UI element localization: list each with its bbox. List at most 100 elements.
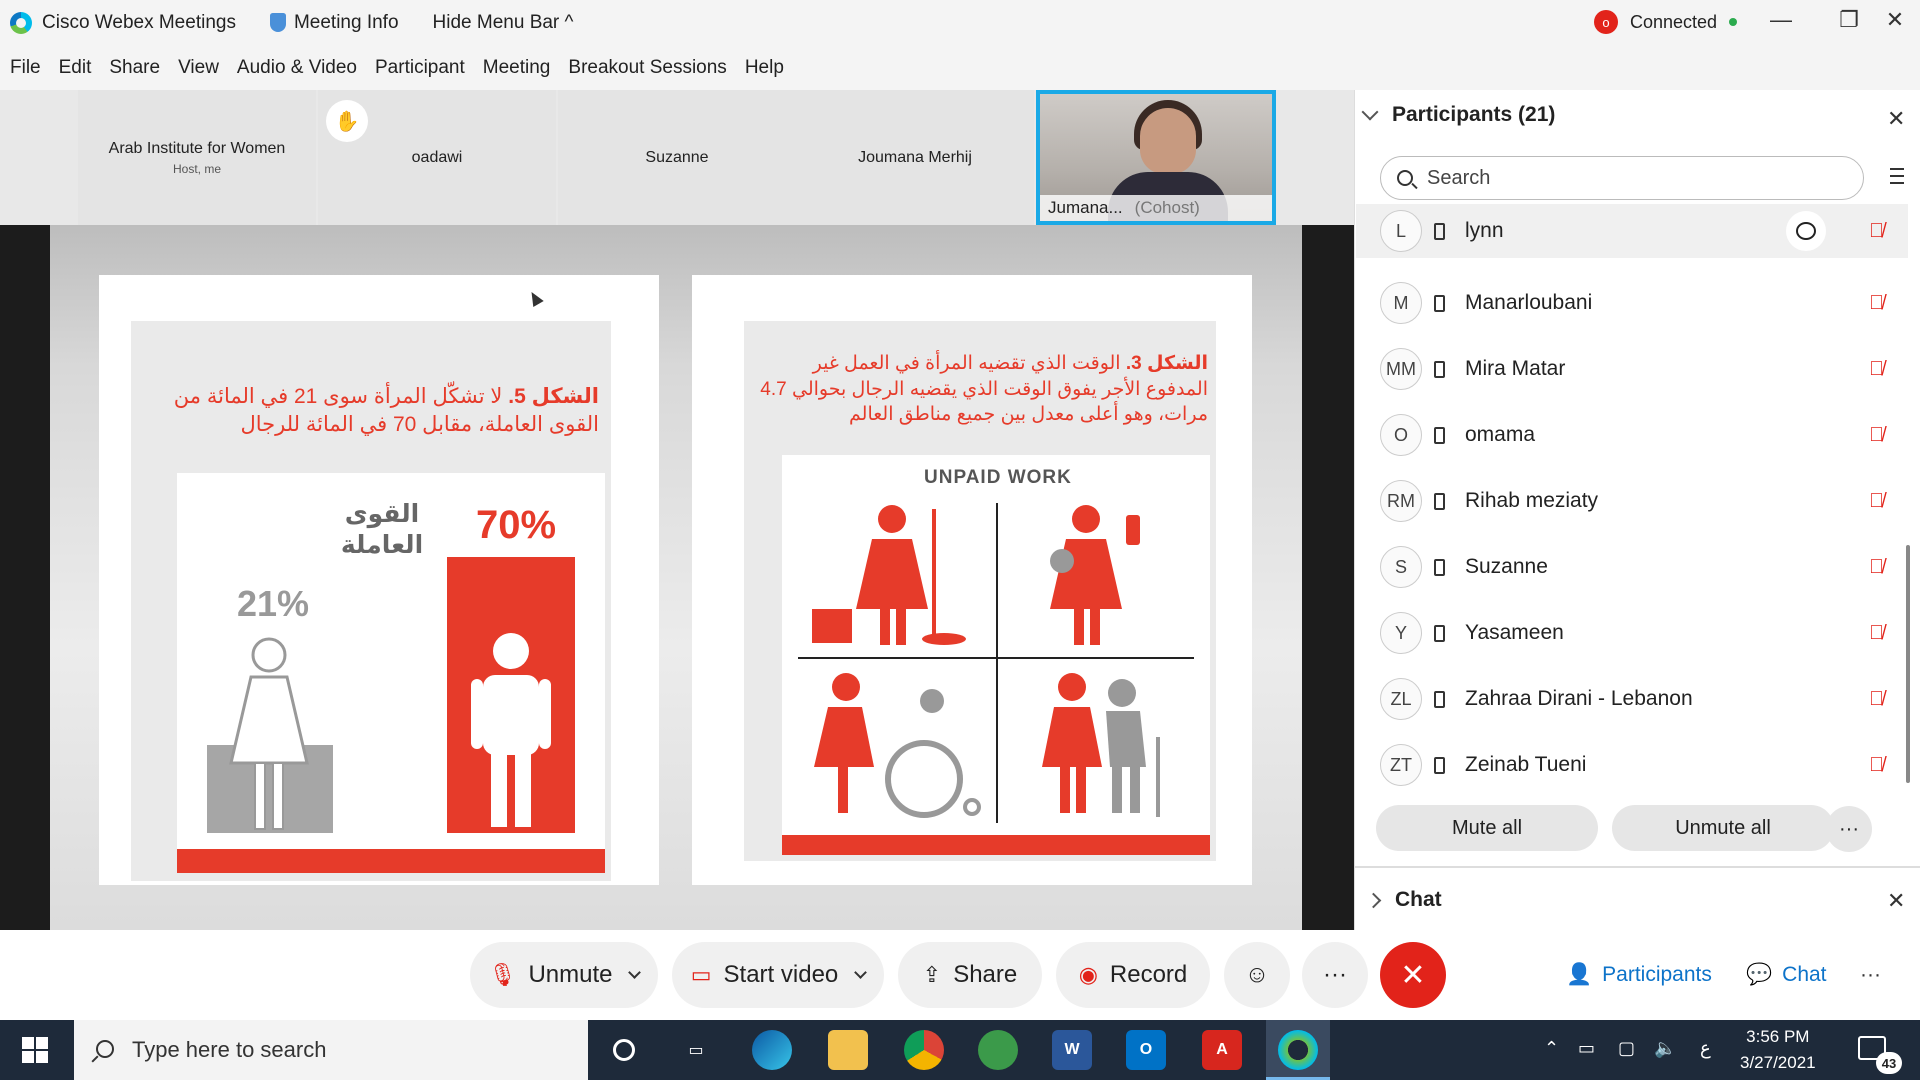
network-icon[interactable]: ▢ <box>1618 1038 1635 1059</box>
menu-file[interactable]: File <box>10 57 41 79</box>
participant-name: Zahraa Dirani - Lebanon <box>1465 687 1693 710</box>
participants-panel-header[interactable]: Participants (21) <box>1361 103 1555 127</box>
taskbar-search-box[interactable]: Type here to search <box>74 1020 588 1080</box>
share-button[interactable]: ⇪ Share <box>898 942 1042 1008</box>
phone-icon <box>1434 690 1445 708</box>
mic-muted-icon[interactable]: 🎙̸ <box>1869 292 1884 315</box>
mic-muted-icon[interactable]: 🎙̸ <box>1869 220 1884 243</box>
restore-icon[interactable]: ❐ <box>1826 0 1872 40</box>
participants-toggle-button[interactable]: 👤 Participants <box>1566 942 1712 1008</box>
taskbar-clock[interactable]: 3:56 PM 3/27/2021 <box>1740 1024 1816 1076</box>
unmute-button[interactable]: 🎙 Unmute <box>470 942 658 1008</box>
menu-view[interactable]: View <box>178 57 219 79</box>
thumbnail-host[interactable]: Arab Institute for Women Host, me <box>78 90 316 225</box>
right-more-button[interactable]: ··· <box>1860 942 1881 1008</box>
mic-muted-icon[interactable]: 🎙̸ <box>1869 556 1884 579</box>
meeting-info-button[interactable]: Meeting Info <box>269 11 399 34</box>
participant-row[interactable]: S Suzanne 🎙̸ <box>1356 534 1908 600</box>
phone-icon <box>1434 360 1445 378</box>
mic-muted-icon[interactable]: 🎙̸ <box>1869 688 1884 711</box>
participant-list-scrollbar[interactable] <box>1906 545 1910 783</box>
unmute-all-button[interactable]: Unmute all <box>1612 805 1834 851</box>
volume-icon[interactable]: 🔈 <box>1654 1038 1676 1059</box>
connection-status-label: Connected <box>1630 11 1718 32</box>
mic-muted-icon[interactable]: 🎙̸ <box>1869 358 1884 381</box>
close-chat-icon[interactable]: ✕ <box>1887 888 1905 914</box>
mute-all-button[interactable]: Mute all <box>1376 805 1598 851</box>
participant-row[interactable]: Y Yasameen 🎙̸ <box>1356 600 1908 666</box>
tray-chevron-up-icon[interactable]: ⌃ <box>1544 1038 1559 1059</box>
app-name: Cisco Webex Meetings <box>42 11 236 33</box>
end-meeting-button[interactable]: ✕ <box>1380 942 1446 1008</box>
thumbnail-suzanne[interactable]: Suzanne <box>558 90 796 225</box>
chrome-icon[interactable] <box>904 1030 944 1070</box>
participant-row[interactable]: ZT Zeinab Tueni 🎙̸ <box>1356 732 1908 798</box>
sort-icon[interactable] <box>1884 168 1904 188</box>
reactions-button[interactable]: ☺ <box>1224 942 1290 1008</box>
participant-name: Rihab meziaty <box>1465 489 1599 512</box>
mic-off-icon: 🎙 <box>488 962 517 987</box>
mic-muted-icon[interactable]: 🎙̸ <box>1869 622 1884 645</box>
figure-5-caption-bold: الشكل 5. <box>508 385 599 408</box>
participant-row[interactable]: L lynn 🎙̸ <box>1356 204 1908 258</box>
chat-toggle-button[interactable]: 💬 Chat <box>1746 942 1827 1008</box>
globe-app-icon[interactable] <box>978 1030 1018 1070</box>
chat-panel-header[interactable]: Chat <box>1365 888 1442 912</box>
thumbnail-name: Arab Institute for Women <box>108 139 286 157</box>
menu-help[interactable]: Help <box>745 57 784 79</box>
close-participants-icon[interactable]: ✕ <box>1887 106 1905 132</box>
task-view-icon[interactable]: ▭ <box>676 1030 716 1070</box>
shield-icon <box>269 13 286 32</box>
participant-row[interactable]: MM Mira Matar 🎙̸ <box>1356 336 1908 402</box>
meeting-info-label: Meeting Info <box>293 11 399 33</box>
hide-menu-bar-button[interactable]: Hide Menu Bar ^ <box>433 12 574 34</box>
chevron-down-icon[interactable] <box>628 965 642 979</box>
man-figure-icon <box>471 633 551 827</box>
raised-hand-icon: ✋ <box>326 100 368 142</box>
participant-row[interactable]: RM Rihab meziaty 🎙̸ <box>1356 468 1908 534</box>
menu-meeting[interactable]: Meeting <box>483 57 551 79</box>
speaker-name: Jumana... <box>1048 198 1123 217</box>
thumbnail-joumana[interactable]: Joumana Merhij <box>796 90 1034 225</box>
active-speaker-video[interactable]: Jumana... (Cohost) <box>1036 90 1276 225</box>
mic-muted-icon[interactable]: 🎙̸ <box>1869 490 1884 513</box>
search-icon <box>96 1040 114 1058</box>
avatar: M <box>1380 282 1422 324</box>
acrobat-icon[interactable]: A <box>1202 1030 1242 1070</box>
women-percent: 21% <box>237 583 310 624</box>
menu-edit[interactable]: Edit <box>59 57 92 79</box>
participant-row[interactable]: O omama 🎙̸ <box>1356 402 1908 468</box>
participants-more-button[interactable]: ··· <box>1826 806 1872 852</box>
windows-start-icon[interactable] <box>22 1037 48 1063</box>
avatar: RM <box>1380 480 1422 522</box>
input-language[interactable]: ع <box>1700 1038 1711 1059</box>
chevron-down-icon[interactable] <box>854 965 868 979</box>
minimize-icon[interactable]: — <box>1758 0 1804 40</box>
connection-status[interactable]: o Connected <box>1594 10 1738 34</box>
mic-muted-icon[interactable]: 🎙̸ <box>1869 424 1884 447</box>
start-video-button[interactable]: ▭ Start video <box>672 942 884 1008</box>
menu-share[interactable]: Share <box>109 57 160 79</box>
close-window-icon[interactable]: ✕ <box>1872 0 1918 40</box>
file-explorer-icon[interactable] <box>828 1030 868 1070</box>
record-button[interactable]: ◉ Record <box>1056 942 1210 1008</box>
phone-icon <box>1434 294 1445 312</box>
mic-muted-icon[interactable]: 🎙̸ <box>1869 754 1884 777</box>
participant-row[interactable]: ZL Zahraa Dirani - Lebanon 🎙̸ <box>1356 666 1908 732</box>
participant-list: L lynn 🎙̸ M Manarloubani 🎙̸ MM Mira Mata… <box>1356 204 1908 798</box>
participant-row[interactable]: M Manarloubani 🎙̸ <box>1356 270 1908 336</box>
outlook-icon[interactable]: O <box>1126 1030 1166 1070</box>
participant-name: lynn <box>1465 219 1504 242</box>
cortana-icon[interactable] <box>604 1030 644 1070</box>
battery-icon[interactable]: ▭ <box>1578 1038 1595 1059</box>
share-label: Share <box>953 961 1018 988</box>
edge-icon[interactable] <box>752 1030 792 1070</box>
participant-search-input[interactable]: Search <box>1380 156 1864 200</box>
word-icon[interactable]: W <box>1052 1030 1092 1070</box>
menu-participant[interactable]: Participant <box>375 57 465 79</box>
menu-audio-video[interactable]: Audio & Video <box>237 57 357 79</box>
more-options-button[interactable]: ··· <box>1302 942 1368 1008</box>
panel-divider <box>1354 866 1920 868</box>
chat-bubble-icon[interactable] <box>1786 211 1826 251</box>
menu-breakout-sessions[interactable]: Breakout Sessions <box>568 57 726 79</box>
